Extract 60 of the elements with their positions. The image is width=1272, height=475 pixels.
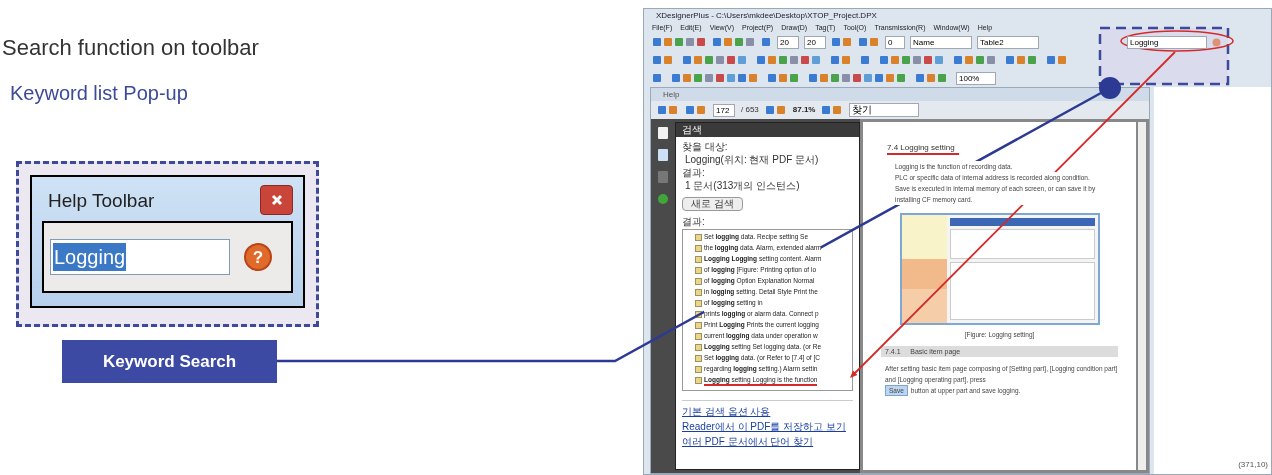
search-target: Logging(위치: 현재 PDF 문서) bbox=[682, 154, 819, 166]
page-total: / 653 bbox=[741, 104, 759, 116]
new-search-button[interactable]: 새로 검색 bbox=[682, 197, 743, 211]
close-icon bbox=[269, 193, 284, 207]
status-text: (371,10) bbox=[1238, 459, 1268, 471]
toolbar-icons-drawing[interactable] bbox=[830, 55, 852, 65]
toolbar-icons-drawing[interactable] bbox=[685, 105, 707, 115]
name-dropdown[interactable]: Name bbox=[910, 35, 972, 49]
find-field[interactable]: 찾기 bbox=[849, 103, 920, 117]
toolbar-icons-drawing[interactable] bbox=[764, 105, 787, 115]
toolbar-icons-drawing[interactable] bbox=[712, 37, 756, 47]
search-field[interactable]: Logging bbox=[50, 239, 230, 275]
toolbar-icons-drawing[interactable] bbox=[821, 105, 844, 115]
heading: Search function on toolbar bbox=[2, 37, 260, 59]
page-icon[interactable] bbox=[657, 127, 669, 139]
height-field[interactable]: 20 bbox=[804, 35, 826, 49]
toolbar-icon[interactable] bbox=[652, 73, 663, 83]
toolbar-icons-drawing[interactable] bbox=[767, 73, 800, 83]
layer-field[interactable]: 0 bbox=[885, 35, 905, 49]
toolbar-icon[interactable] bbox=[860, 55, 871, 65]
toolbar-icons-drawing[interactable] bbox=[1005, 55, 1038, 65]
zoom-dropdown[interactable]: 87.1% bbox=[792, 104, 816, 116]
document-icon[interactable] bbox=[657, 149, 669, 161]
help-icon[interactable] bbox=[1212, 37, 1221, 47]
window-title: XDesignerPlus - C:\Users\mkdee\Desktop\XTOP_Project.DPX bbox=[655, 10, 878, 22]
toolbar-icons-drawing[interactable] bbox=[1046, 55, 1068, 65]
toolbar-icons-drawing[interactable] bbox=[671, 73, 759, 83]
toolbar-icons-drawing[interactable] bbox=[879, 55, 945, 65]
toolbar-icons-drawing[interactable] bbox=[657, 105, 679, 115]
window-title: Help bbox=[662, 89, 681, 101]
toolbar-icon[interactable] bbox=[761, 37, 772, 47]
section-title: 7.4 Logging setting bbox=[887, 142, 959, 155]
zoom-dropdown[interactable]: 100% bbox=[956, 71, 996, 85]
toolbar-icons-drawing[interactable] bbox=[915, 73, 948, 83]
toolbar-icons-drawing[interactable] bbox=[953, 55, 997, 65]
link[interactable]: Reader에서 이 PDF를 저장하고 보기 bbox=[682, 421, 846, 433]
label: 결과: bbox=[682, 216, 705, 228]
panel-title: 검색 bbox=[676, 123, 859, 137]
toolbar-icons-drawing[interactable] bbox=[831, 37, 853, 47]
page-field[interactable]: 172 bbox=[713, 103, 735, 117]
table-dropdown[interactable]: Table2 bbox=[977, 35, 1039, 49]
toolbar-icons-drawing[interactable] bbox=[808, 73, 907, 83]
search-field[interactable]: Logging bbox=[1127, 35, 1207, 49]
close-button[interactable] bbox=[260, 185, 293, 215]
link[interactable]: 기본 검색 옵션 사용 bbox=[682, 406, 771, 418]
label: 결과: bbox=[682, 167, 705, 179]
toolbar-icons-drawing[interactable] bbox=[756, 55, 822, 65]
toolbar-icons-drawing[interactable] bbox=[652, 37, 707, 47]
window-title: Help Toolbar bbox=[47, 190, 155, 210]
toolbar-icons-drawing[interactable] bbox=[682, 55, 748, 65]
result-count: 1 문서(313개의 인스턴스) bbox=[682, 180, 800, 192]
subheading: Keyword list Pop-up bbox=[10, 83, 189, 103]
toolbar-icons-drawing[interactable] bbox=[652, 55, 674, 65]
width-field[interactable]: 20 bbox=[777, 35, 799, 49]
label: 찾을 대상: bbox=[682, 141, 728, 153]
callout-label: Keyword Search bbox=[62, 340, 277, 383]
dot-icon[interactable] bbox=[657, 193, 669, 205]
selected-text: Logging bbox=[53, 243, 127, 271]
toolbar-icons-drawing[interactable] bbox=[858, 37, 880, 47]
link[interactable]: 여러 PDF 문서에서 단어 찾기 bbox=[682, 436, 814, 448]
